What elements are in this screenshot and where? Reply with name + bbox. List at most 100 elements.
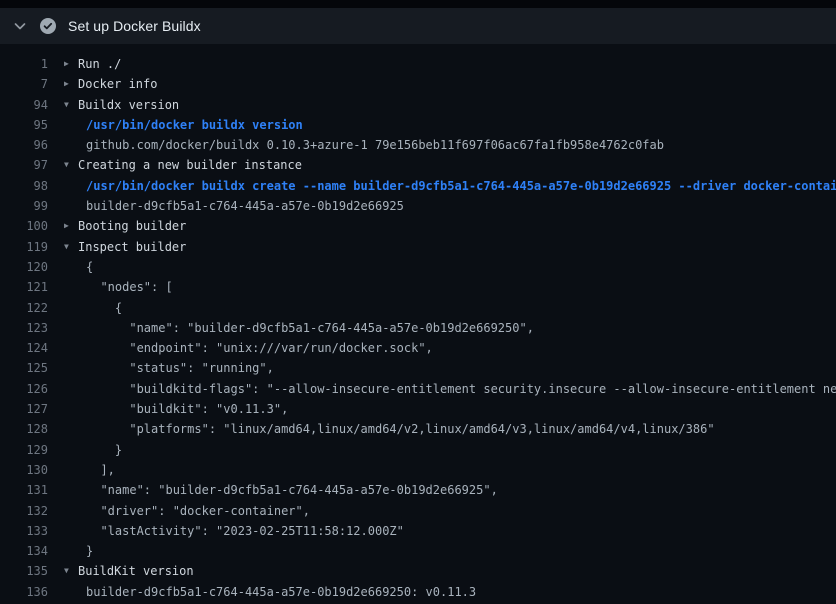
- check-circle-icon: [40, 18, 56, 34]
- output-text: "name": "builder-d9cfb5a1-c764-445a-a57e…: [86, 480, 498, 500]
- line-number[interactable]: 7: [0, 74, 48, 94]
- line-number[interactable]: 127: [0, 399, 48, 419]
- line-number[interactable]: 135: [0, 561, 48, 581]
- group-expanded-icon[interactable]: ▼: [64, 155, 78, 175]
- line-content: /usr/bin/docker buildx create --name bui…: [48, 176, 836, 196]
- log-line-row: 131 "name": "builder-d9cfb5a1-c764-445a-…: [0, 480, 836, 500]
- output-text: "buildkitd-flags": "--allow-insecure-ent…: [86, 379, 836, 399]
- line-number[interactable]: 1: [0, 54, 48, 74]
- log-line-row: 125 "status": "running",: [0, 358, 836, 378]
- line-number[interactable]: 123: [0, 318, 48, 338]
- line-content: /usr/bin/docker buildx version: [48, 115, 303, 135]
- group-collapsed-icon[interactable]: ▶: [64, 74, 78, 94]
- group-expanded-icon[interactable]: ▼: [64, 95, 78, 115]
- line-number[interactable]: 97: [0, 155, 48, 175]
- line-content: "name": "builder-d9cfb5a1-c764-445a-a57e…: [48, 480, 498, 500]
- log-group-row[interactable]: 7▶Docker info: [0, 74, 836, 94]
- line-number[interactable]: 134: [0, 541, 48, 561]
- line-content: builder-d9cfb5a1-c764-445a-a57e-0b19d2e6…: [48, 196, 404, 216]
- line-number[interactable]: 122: [0, 298, 48, 318]
- line-number[interactable]: 131: [0, 480, 48, 500]
- log-line-row: 124 "endpoint": "unix:///var/run/docker.…: [0, 338, 836, 358]
- line-content: github.com/docker/buildx 0.10.3+azure-1 …: [48, 135, 664, 155]
- line-content: "status": "running",: [48, 358, 274, 378]
- output-text: builder-d9cfb5a1-c764-445a-a57e-0b19d2e6…: [86, 196, 404, 216]
- log-line-row: 130 ],: [0, 460, 836, 480]
- step-title: Set up Docker Buildx: [68, 18, 201, 34]
- group-title: Inspect builder: [78, 237, 186, 257]
- line-content: }: [48, 440, 122, 460]
- line-content: "buildkitd-flags": "--allow-insecure-ent…: [48, 379, 836, 399]
- line-content: }: [48, 541, 93, 561]
- line-number[interactable]: 121: [0, 277, 48, 297]
- log-group-row[interactable]: 94 ▼Buildx version: [0, 95, 836, 115]
- line-number[interactable]: 94: [0, 95, 48, 115]
- log-line-row: 95/usr/bin/docker buildx version: [0, 115, 836, 135]
- log-line-row: 134}: [0, 541, 836, 561]
- line-content: ▼Creating a new builder instance: [48, 155, 302, 175]
- group-collapsed-icon[interactable]: ▶: [64, 216, 78, 236]
- line-number[interactable]: 136: [0, 582, 48, 602]
- line-content: ▶Booting builder: [48, 216, 186, 236]
- log-line-row: 120 {: [0, 257, 836, 277]
- group-expanded-icon[interactable]: ▼: [64, 237, 78, 257]
- output-text: "buildkit": "v0.11.3",: [86, 399, 288, 419]
- line-number[interactable]: 124: [0, 338, 48, 358]
- group-title: Buildx version: [78, 95, 179, 115]
- line-content: ▶Docker info: [48, 74, 157, 94]
- log-group-row[interactable]: 119▼Inspect builder: [0, 237, 836, 257]
- command-text: /usr/bin/docker buildx version: [86, 115, 303, 135]
- group-expanded-icon[interactable]: ▼: [64, 561, 78, 581]
- log-line-row: 129 }: [0, 440, 836, 460]
- log-line-row: 123 "name": "builder-d9cfb5a1-c764-445a-…: [0, 318, 836, 338]
- line-content: {: [48, 298, 122, 318]
- output-text: github.com/docker/buildx 0.10.3+azure-1 …: [86, 135, 664, 155]
- line-number[interactable]: 125: [0, 358, 48, 378]
- line-content: "lastActivity": "2023-02-25T11:58:12.000…: [48, 521, 404, 541]
- output-text: "lastActivity": "2023-02-25T11:58:12.000…: [86, 521, 404, 541]
- line-number[interactable]: 126: [0, 379, 48, 399]
- actions-log-viewer: Set up Docker Buildx 1▶Run ./7▶Docker in…: [0, 0, 836, 604]
- log-line-row: 127 "buildkit": "v0.11.3",: [0, 399, 836, 419]
- line-number[interactable]: 133: [0, 521, 48, 541]
- group-title: Booting builder: [78, 216, 186, 236]
- group-title: Creating a new builder instance: [78, 155, 302, 175]
- output-text: {: [86, 298, 122, 318]
- chevron-down-icon[interactable]: [12, 18, 28, 34]
- line-number[interactable]: 132: [0, 501, 48, 521]
- line-number[interactable]: 119: [0, 237, 48, 257]
- output-text: }: [86, 440, 122, 460]
- log-group-row[interactable]: 97▼Creating a new builder instance: [0, 155, 836, 175]
- log-body: 1▶Run ./7▶Docker info94▼Buildx version95…: [0, 44, 836, 604]
- group-collapsed-icon[interactable]: ▶: [64, 54, 78, 74]
- line-content: "name": "builder-d9cfb5a1-c764-445a-a57e…: [48, 318, 534, 338]
- log-group-row[interactable]: 135▼BuildKit version: [0, 561, 836, 581]
- line-content: "nodes": [: [48, 277, 173, 297]
- line-number[interactable]: 120: [0, 257, 48, 277]
- output-text: "endpoint": "unix:///var/run/docker.sock…: [86, 338, 433, 358]
- log-line-row: 132 "driver": "docker-container",: [0, 501, 836, 521]
- output-text: builder-d9cfb5a1-c764-445a-a57e-0b19d2e6…: [86, 582, 476, 602]
- line-number[interactable]: 98: [0, 176, 48, 196]
- log-line-row: 128 "platforms": "linux/amd64,linux/amd6…: [0, 419, 836, 439]
- log-line-row: 98/usr/bin/docker buildx create --name b…: [0, 176, 836, 196]
- output-text: "name": "builder-d9cfb5a1-c764-445a-a57e…: [86, 318, 534, 338]
- log-group-row[interactable]: 1▶Run ./: [0, 54, 836, 74]
- step-header[interactable]: Set up Docker Buildx: [0, 8, 836, 44]
- line-number[interactable]: 95: [0, 115, 48, 135]
- output-text: }: [86, 541, 93, 561]
- group-title: Docker info: [78, 74, 157, 94]
- line-content: "platforms": "linux/amd64,linux/amd64/v2…: [48, 419, 715, 439]
- line-number[interactable]: 96: [0, 135, 48, 155]
- output-text: {: [86, 257, 93, 277]
- line-number[interactable]: 99: [0, 196, 48, 216]
- line-content: ▼BuildKit version: [48, 561, 194, 581]
- line-number[interactable]: 100: [0, 216, 48, 236]
- line-number[interactable]: 129: [0, 440, 48, 460]
- log-line-row: 133 "lastActivity": "2023-02-25T11:58:12…: [0, 521, 836, 541]
- log-group-row[interactable]: 100▶Booting builder: [0, 216, 836, 236]
- line-number[interactable]: 128: [0, 419, 48, 439]
- line-number[interactable]: 130: [0, 460, 48, 480]
- line-content: ▼Inspect builder: [48, 237, 186, 257]
- output-text: "status": "running",: [86, 358, 274, 378]
